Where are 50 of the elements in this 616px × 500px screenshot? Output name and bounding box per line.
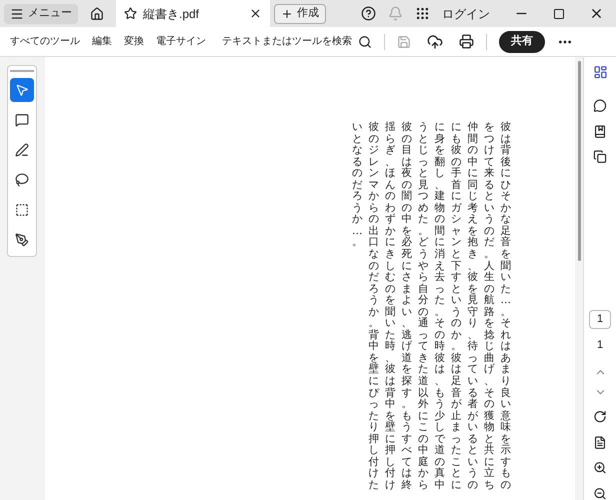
text-column: 揺らぎ、ほんのわずかにきしむのを聞いた時、彼は背中を壁に押し付け bbox=[385, 122, 396, 492]
toolbar-menu[interactable]: 電子サイン bbox=[156, 34, 206, 49]
bookmark-icon[interactable] bbox=[593, 124, 607, 138]
document-icon[interactable] bbox=[593, 436, 607, 450]
speech-bubble-icon bbox=[15, 113, 29, 127]
toolbar-menu[interactable]: 変換 bbox=[124, 34, 144, 49]
text-column: 仲間の中に同じ考えを抱き、彼を見守り、待っている者がいるというの bbox=[468, 122, 478, 492]
search-icon bbox=[358, 34, 372, 48]
maximize-icon[interactable] bbox=[553, 8, 565, 20]
search-button[interactable]: テキストまたはツールを検索 bbox=[222, 34, 372, 49]
close-icon bbox=[249, 7, 262, 20]
document-tab[interactable]: 縦書き.pdf bbox=[116, 0, 270, 27]
create-button[interactable]: 作成 bbox=[274, 4, 326, 24]
login-button[interactable]: ログイン bbox=[442, 4, 490, 22]
menu-button[interactable]: メニュー bbox=[4, 4, 78, 24]
pointer-icon bbox=[15, 83, 29, 97]
text-column: にも彼の手首にガシャンと下すというのか。彼は足音が止まったことに bbox=[451, 122, 462, 492]
zoom-in-icon[interactable] bbox=[593, 461, 607, 475]
toolbar-menu[interactable]: すべてのツール bbox=[10, 34, 80, 49]
lasso-icon bbox=[15, 173, 29, 187]
rotate-icon[interactable] bbox=[593, 410, 607, 424]
panel-icon[interactable] bbox=[592, 65, 608, 80]
close-icon[interactable] bbox=[589, 6, 604, 21]
home-icon bbox=[90, 6, 104, 20]
text-column: いとなるのだろうか…。 bbox=[352, 122, 362, 250]
page-number-field[interactable]: 1 bbox=[589, 310, 611, 330]
pen-icon bbox=[15, 143, 29, 157]
text-column: うとじっと見つめた。どうやら自分の通ってきた道以外にこの中庭から bbox=[418, 122, 428, 492]
plus-icon bbox=[281, 8, 293, 20]
text-column: 彼のジレンマからの出口なのだろうか。背中を壁にぴったり押し付けた bbox=[368, 122, 379, 492]
text-column: に身を翻し、建物の間に消え去った。その時彼は、もう少しで道の真中 bbox=[434, 122, 445, 492]
comment-icon[interactable] bbox=[593, 99, 607, 113]
toolbar-menu[interactable]: 編集 bbox=[92, 34, 112, 49]
text-column: 彼は背後にひそかな足音を聞いた…。それはあまり良い意味を示すもの bbox=[500, 122, 511, 492]
menu-icon bbox=[10, 6, 24, 20]
scrollbar-thumb[interactable] bbox=[578, 61, 580, 261]
text-column: 彼の目は夜の闇の中を必死にさまよい、逃げ道を探す。もうすべては終 bbox=[402, 122, 412, 492]
zoom-out-icon[interactable] bbox=[593, 486, 607, 500]
home-button[interactable] bbox=[90, 6, 104, 20]
pages-icon[interactable] bbox=[593, 150, 607, 164]
pen-nib-icon bbox=[15, 233, 29, 247]
help-icon[interactable] bbox=[361, 6, 376, 21]
cloud-upload-icon[interactable] bbox=[427, 34, 443, 50]
printer-icon[interactable] bbox=[459, 34, 474, 49]
apps-icon[interactable] bbox=[415, 6, 430, 21]
share-button[interactable]: 共有 bbox=[499, 30, 545, 52]
text-column: をつけて来るというのだ。人生の航路を捻じ曲げ、その獲物と共に立ち bbox=[484, 122, 494, 492]
text-box-icon bbox=[15, 203, 29, 217]
tab-title: 縦書き.pdf bbox=[143, 6, 200, 22]
page-count: 1 bbox=[596, 338, 604, 354]
